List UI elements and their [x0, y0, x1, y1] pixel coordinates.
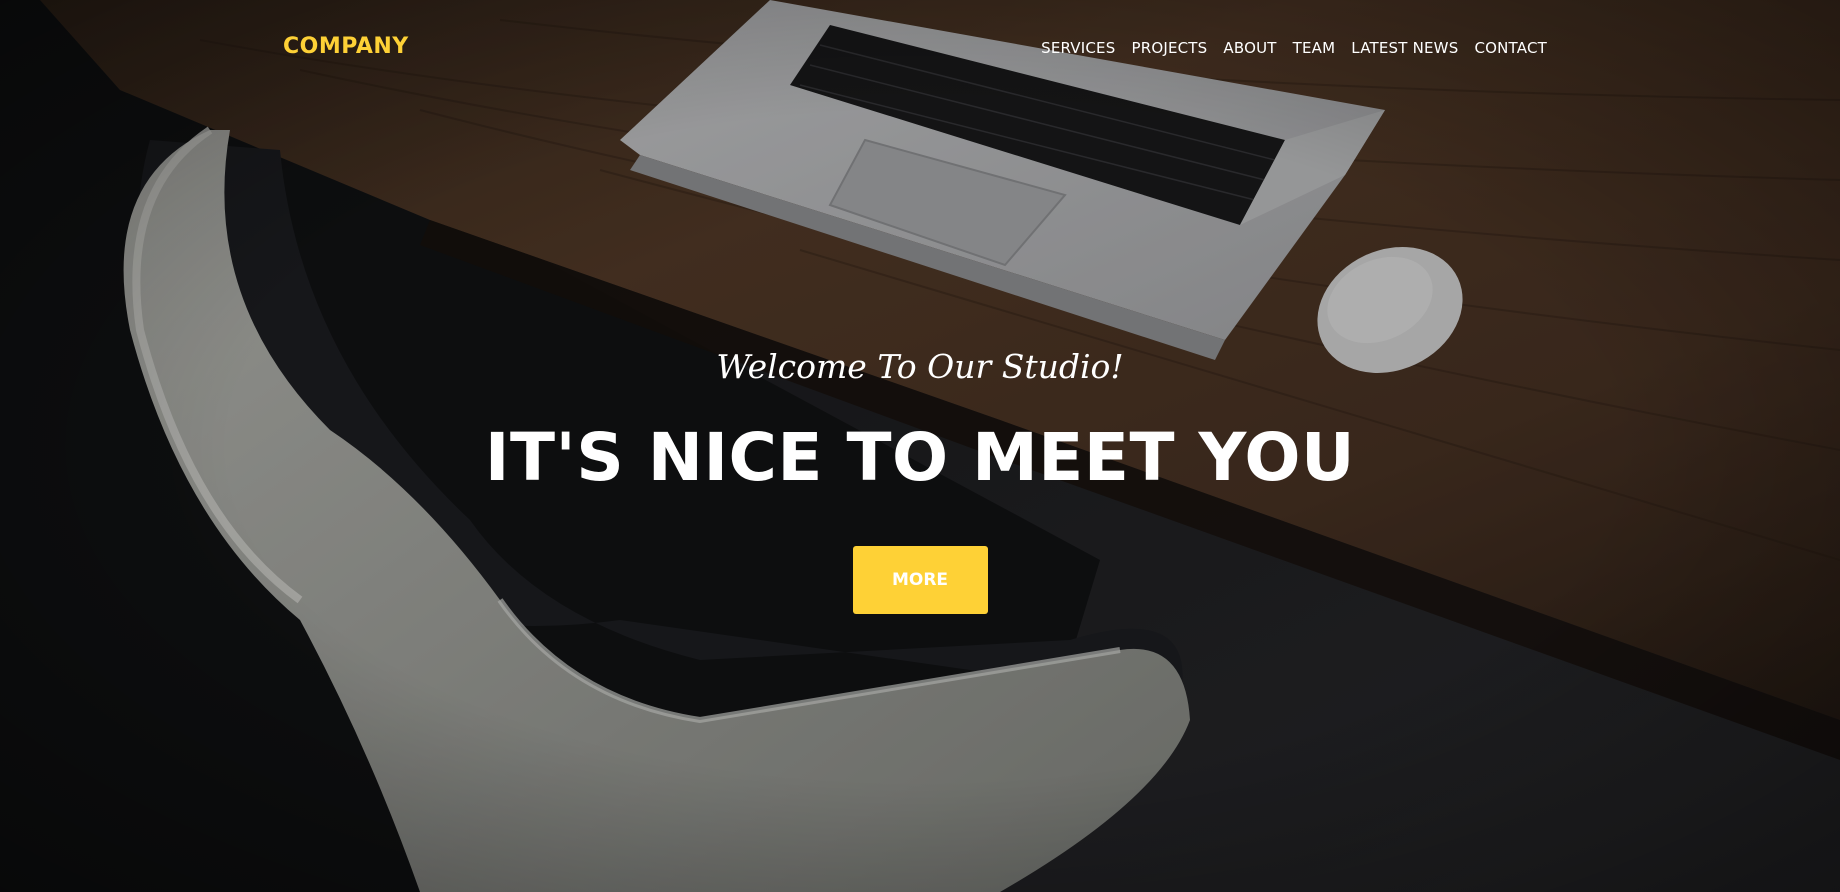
- site-header: COMPANY SERVICES PROJECTS ABOUT TEAM LAT…: [0, 0, 1840, 100]
- nav-item-contact[interactable]: CONTACT: [1458, 39, 1547, 57]
- hero-lead-text: Welcome To Our Studio!: [716, 347, 1124, 386]
- nav-item-about[interactable]: ABOUT: [1207, 39, 1276, 57]
- nav-list: SERVICES PROJECTS ABOUT TEAM LATEST NEWS…: [1025, 38, 1547, 57]
- nav-item-team[interactable]: TEAM: [1277, 39, 1336, 57]
- brand-logo[interactable]: COMPANY: [283, 34, 409, 59]
- landing-page: COMPANY SERVICES PROJECTS ABOUT TEAM LAT…: [0, 0, 1840, 892]
- nav-item-latest-news[interactable]: LATEST NEWS: [1335, 39, 1458, 57]
- more-button[interactable]: MORE: [852, 546, 988, 614]
- nav-item-projects[interactable]: PROJECTS: [1115, 39, 1207, 57]
- nav-item-services[interactable]: SERVICES: [1025, 39, 1115, 57]
- hero-heading: IT'S NICE TO MEET YOU: [484, 419, 1356, 496]
- hero-section: Welcome To Our Studio! IT'S NICE TO MEET…: [0, 340, 1840, 614]
